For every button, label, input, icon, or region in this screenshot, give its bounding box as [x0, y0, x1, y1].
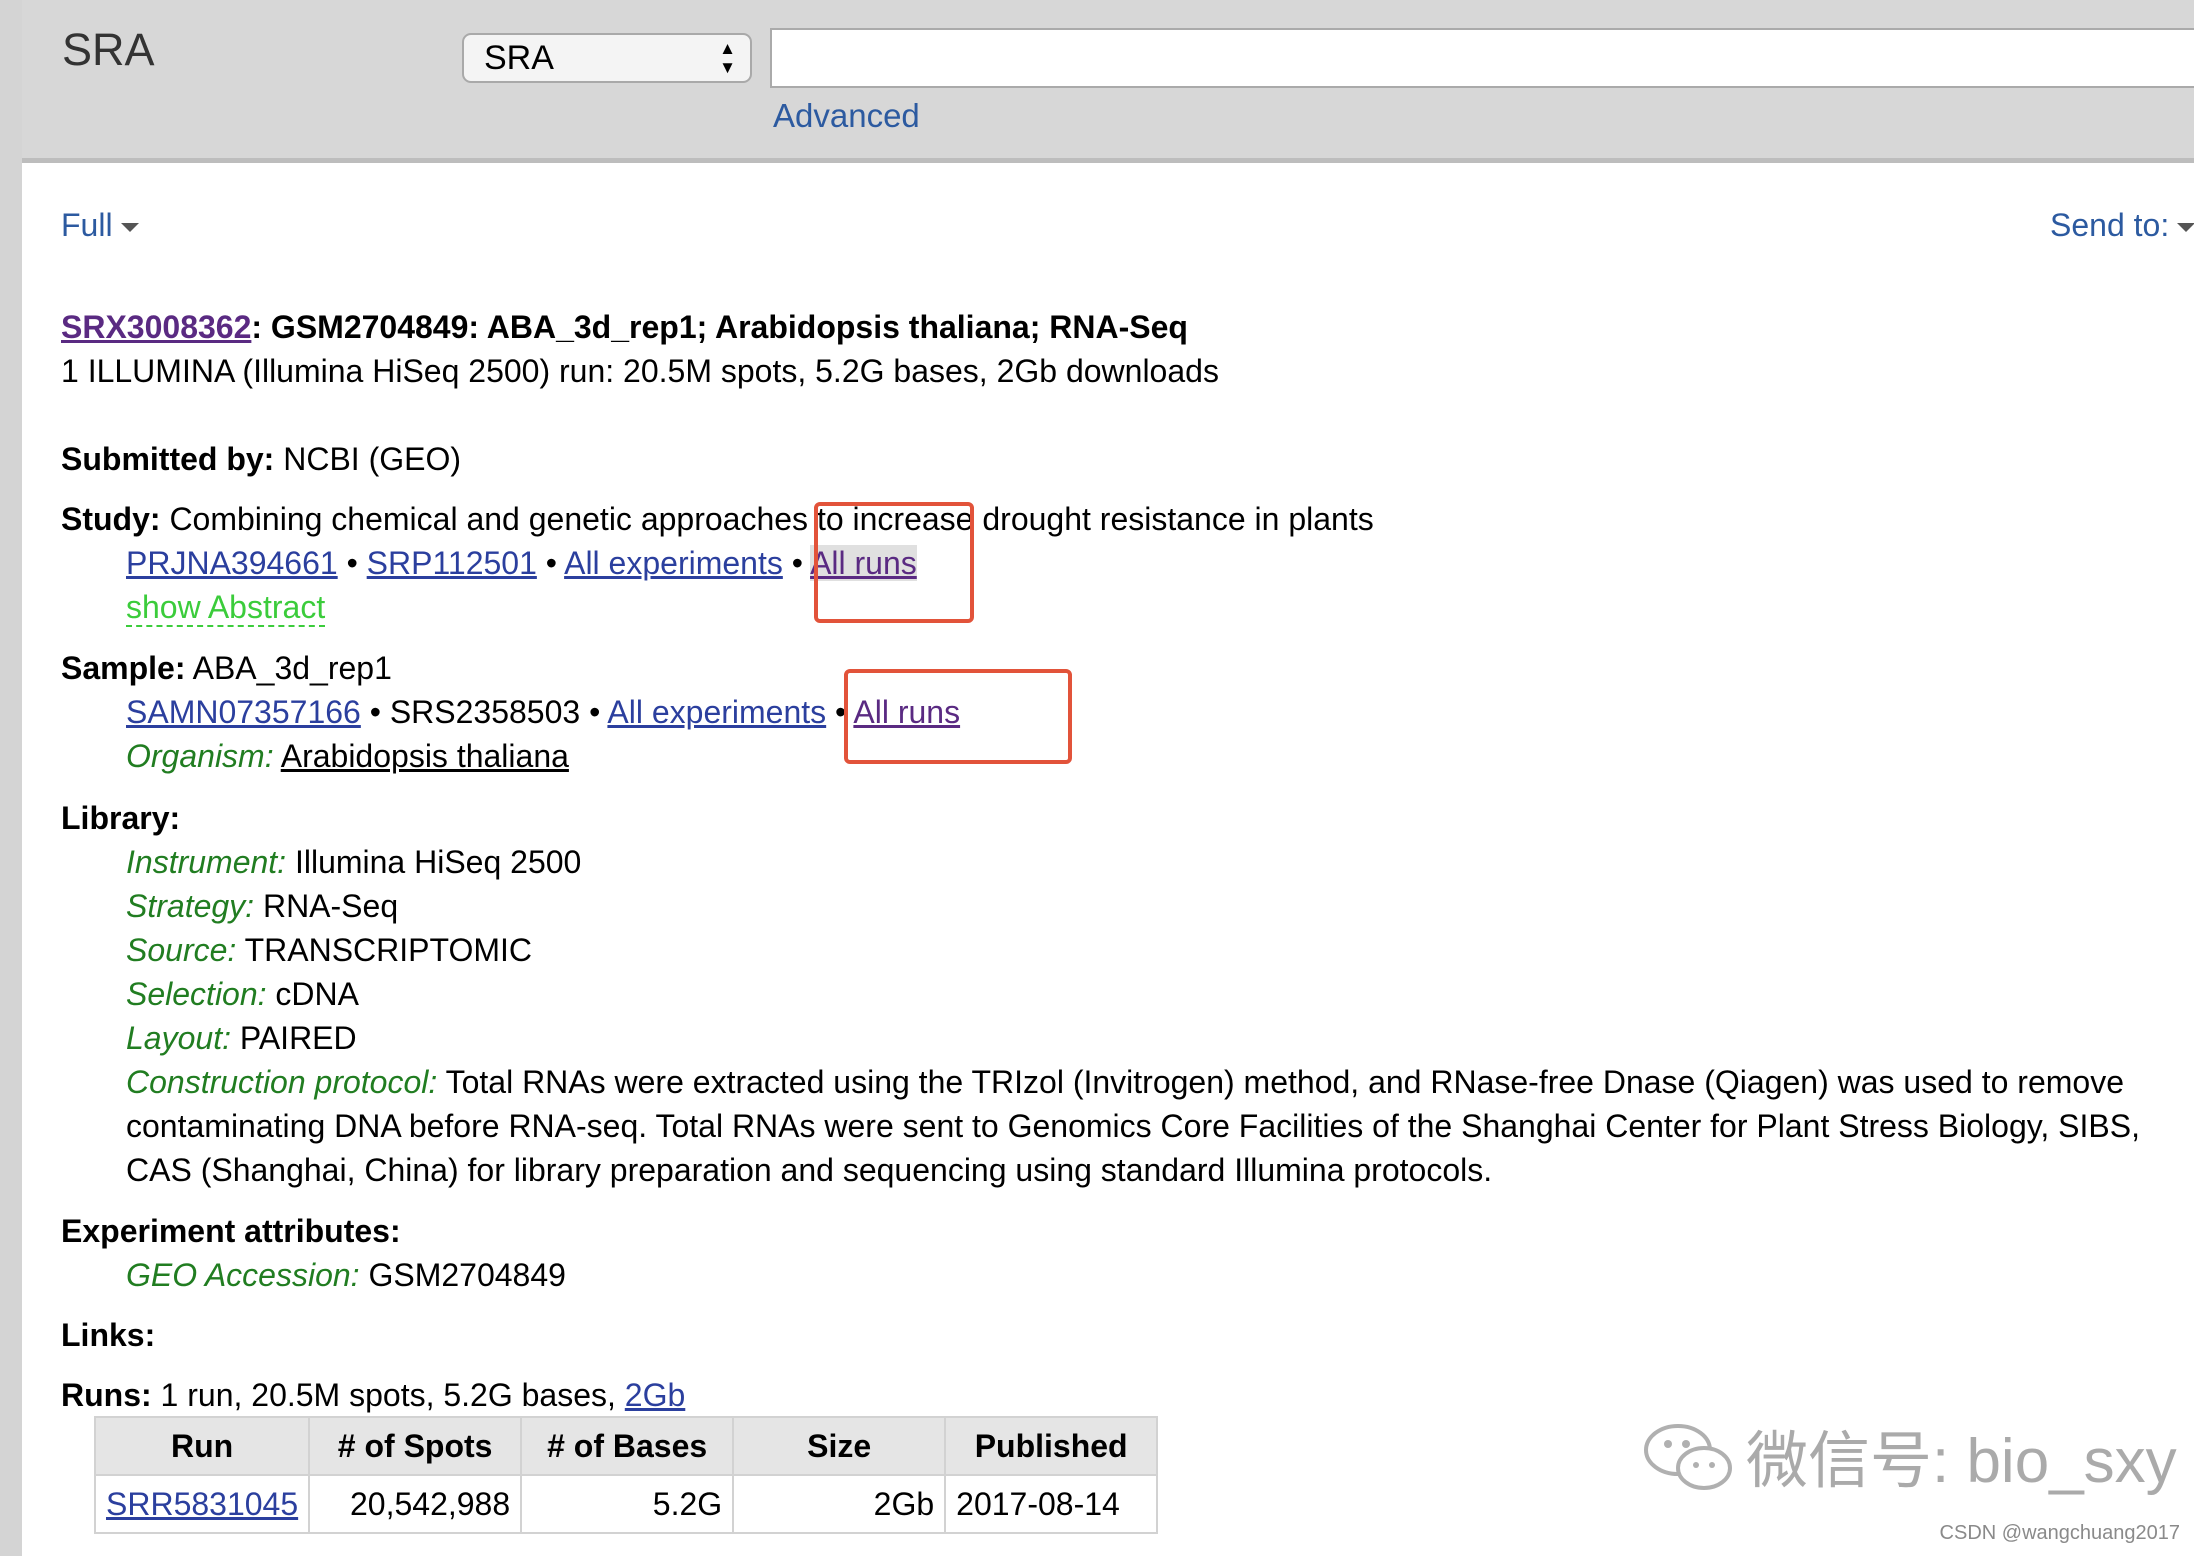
- study-links: PRJNA394661 • SRP112501 • All experiment…: [126, 545, 917, 582]
- runs-row: Runs: 1 run, 20.5M spots, 5.2G bases, 2G…: [61, 1377, 685, 1414]
- run-accession-link[interactable]: SRR5831045: [106, 1486, 298, 1522]
- database-select[interactable]: SRA ▲ ▼: [462, 33, 752, 83]
- table-header-row: Run # of Spots # of Bases Size Published: [93, 1416, 1159, 1476]
- layout-value: PAIRED: [239, 1020, 357, 1056]
- geo-accession-row: GEO Accession: GSM2704849: [126, 1257, 566, 1294]
- protocol-line-1: Construction protocol: Total RNAs were e…: [126, 1064, 2124, 1101]
- published-cell: 2017-08-14: [944, 1474, 1159, 1534]
- organism-row: Organism: Arabidopsis thaliana: [126, 738, 569, 775]
- bioproject-link[interactable]: PRJNA394661: [126, 545, 338, 581]
- select-updown-icon: ▲ ▼: [719, 39, 736, 77]
- show-abstract-toggle[interactable]: show Abstract: [126, 589, 326, 627]
- strategy-label: Strategy:: [126, 888, 255, 924]
- separator: •: [346, 545, 358, 581]
- database-title: SRA: [62, 24, 155, 75]
- layout-label: Layout:: [126, 1020, 231, 1056]
- biosample-link[interactable]: SAMN07357166: [126, 694, 361, 730]
- send-to-label: Send to:: [2050, 207, 2170, 243]
- runs-table: Run # of Spots # of Bases Size Published…: [93, 1416, 1159, 1534]
- size-cell: 2Gb: [732, 1474, 947, 1534]
- column-header-spots: # of Spots: [308, 1416, 523, 1476]
- separator: •: [369, 694, 381, 730]
- organism-label: Organism:: [126, 738, 274, 774]
- geo-label: GEO Accession:: [126, 1257, 360, 1293]
- separator: •: [589, 694, 601, 730]
- bases-cell: 5.2G: [520, 1474, 735, 1534]
- separator: •: [791, 545, 803, 581]
- runs-summary: 1 run, 20.5M spots, 5.2G bases,: [160, 1377, 616, 1413]
- sample-links: SAMN07357166 • SRS2358503 • All experime…: [126, 694, 960, 731]
- submitted-label: Submitted by:: [61, 441, 275, 477]
- links-label: Links:: [61, 1317, 156, 1353]
- srp-link[interactable]: SRP112501: [367, 545, 537, 581]
- chevron-down-icon: [120, 223, 139, 233]
- experiment-accession-link[interactable]: SRX3008362: [61, 309, 251, 345]
- submitted-by: Submitted by: NCBI (GEO): [61, 441, 461, 478]
- geo-value: GSM2704849: [368, 1257, 566, 1293]
- run-cell: SRR5831045: [93, 1474, 311, 1534]
- database-select-value: SRA: [484, 39, 554, 77]
- chevron-down-icon: [2177, 223, 2194, 233]
- format-dropdown[interactable]: Full: [61, 207, 139, 244]
- instrument-label: Instrument:: [126, 844, 287, 880]
- selection-value: cDNA: [275, 976, 359, 1012]
- protocol-label: Construction protocol:: [126, 1064, 438, 1100]
- record-title: SRX3008362: GSM2704849: ABA_3d_rep1; Ara…: [61, 309, 1188, 346]
- submitted-value: NCBI (GEO): [283, 441, 461, 477]
- spots-cell: 20,542,988: [308, 1474, 523, 1534]
- sample-label: Sample:: [61, 650, 186, 686]
- csdn-credit: CSDN @wangchuang2017: [1939, 1522, 2180, 1544]
- instrument-value: Illumina HiSeq 2500: [294, 844, 582, 880]
- send-to-dropdown[interactable]: Send to:: [2050, 207, 2194, 244]
- record-summary: 1 ILLUMINA (Illumina HiSeq 2500) run: 20…: [61, 353, 1219, 389]
- separator: •: [545, 545, 557, 581]
- annotation-highlight-box: [844, 669, 1072, 764]
- library-label: Library:: [61, 800, 181, 836]
- study-row: Study: Combining chemical and genetic ap…: [61, 501, 1374, 538]
- source-label: Source:: [126, 932, 237, 968]
- record-title-text: : GSM2704849: ABA_3d_rep1; Arabidopsis t…: [251, 309, 1188, 345]
- left-margin-bar: [0, 0, 22, 1556]
- study-title: Combining chemical and genetic approache…: [169, 501, 1374, 537]
- watermark-text: 微信号: bio_sxy: [1746, 1427, 2177, 1496]
- instrument-row: Instrument: Illumina HiSeq 2500: [126, 844, 581, 881]
- protocol-line-3: CAS (Shanghai, China) for library prepar…: [126, 1152, 1493, 1188]
- runs-download-link[interactable]: 2Gb: [625, 1377, 685, 1413]
- runs-label: Runs:: [61, 1377, 152, 1413]
- protocol-line-2: contaminating DNA before RNA-seq. Total …: [126, 1108, 2140, 1144]
- column-header-published: Published: [944, 1416, 1159, 1476]
- sample-name: ABA_3d_rep1: [192, 650, 392, 686]
- study-all-experiments-link[interactable]: All experiments: [564, 545, 783, 581]
- experiment-attributes-label: Experiment attributes:: [61, 1213, 401, 1249]
- search-input[interactable]: [770, 28, 2194, 88]
- study-label: Study:: [61, 501, 161, 537]
- advanced-search-link[interactable]: Advanced: [773, 97, 920, 135]
- selection-row: Selection: cDNA: [126, 976, 359, 1013]
- layout-row: Layout: PAIRED: [126, 1020, 357, 1057]
- wechat-icon: [1644, 1424, 1732, 1490]
- column-header-run: Run: [93, 1416, 311, 1476]
- selection-label: Selection:: [126, 976, 267, 1012]
- srs-accession: SRS2358503: [389, 694, 581, 730]
- column-header-bases: # of Bases: [520, 1416, 735, 1476]
- organism-link[interactable]: Arabidopsis thaliana: [281, 738, 569, 774]
- sample-all-experiments-link[interactable]: All experiments: [607, 694, 826, 730]
- source-value: TRANSCRIPTOMIC: [244, 932, 533, 968]
- search-header: SRA SRA ▲ ▼ Advanced: [22, 0, 2194, 163]
- format-label: Full: [61, 207, 113, 243]
- source-row: Source: TRANSCRIPTOMIC: [126, 932, 532, 969]
- column-header-size: Size: [732, 1416, 947, 1476]
- strategy-row: Strategy: RNA-Seq: [126, 888, 398, 925]
- sample-row: Sample: ABA_3d_rep1: [61, 650, 392, 687]
- protocol-text-1: Total RNAs were extracted using the TRIz…: [445, 1064, 2124, 1100]
- annotation-highlight-box: [814, 502, 974, 623]
- table-row: SRR5831045 20,542,988 5.2G 2Gb 2017-08-1…: [93, 1474, 1159, 1534]
- strategy-value: RNA-Seq: [262, 888, 399, 924]
